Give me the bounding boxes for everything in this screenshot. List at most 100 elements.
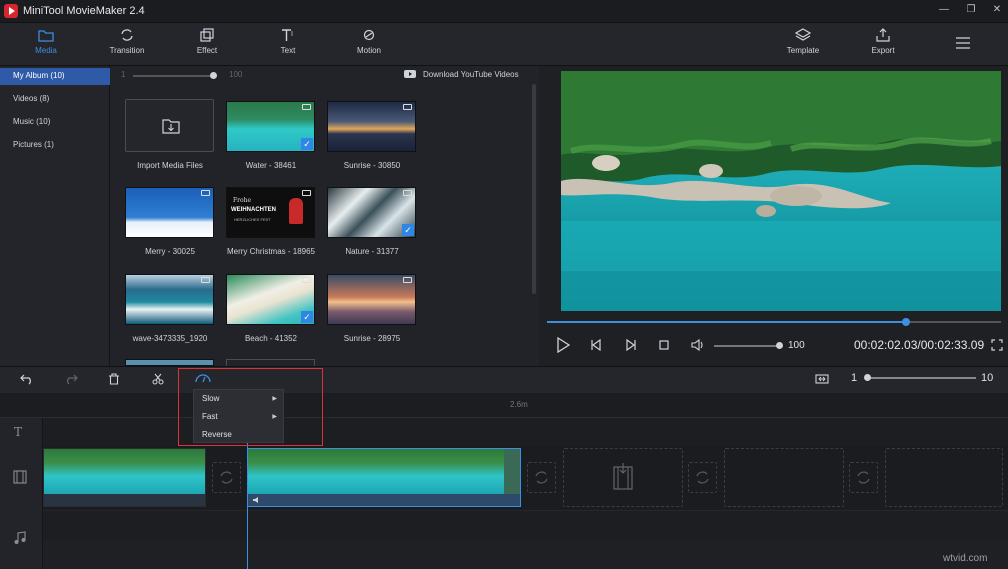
- sidebar-item-label: My Album: [13, 71, 49, 80]
- media-item-label: Sunrise - 30850: [343, 161, 401, 170]
- timeline-clip-1[interactable]: [43, 448, 206, 507]
- music-track-icon: [13, 531, 27, 547]
- export-button[interactable]: Export: [853, 28, 913, 55]
- seek-handle[interactable]: [902, 318, 910, 326]
- timeline-zoom-max: 10: [981, 372, 994, 384]
- timeline-ruler: [0, 393, 1008, 418]
- previous-frame-icon[interactable]: [589, 337, 605, 353]
- sidebar-item-pictures[interactable]: Pictures (1): [0, 137, 110, 154]
- media-item-merry[interactable]: [125, 187, 214, 238]
- youtube-icon: [404, 69, 417, 79]
- media-item-beach[interactable]: ✓: [226, 274, 315, 325]
- video-icon: [403, 190, 412, 196]
- speed-menu-item-reverse[interactable]: Reverse: [194, 426, 285, 444]
- volume-handle[interactable]: [776, 342, 783, 349]
- tab-transition-label: Transition: [109, 46, 145, 55]
- empty-video-slot[interactable]: [724, 448, 844, 507]
- speed-dropdown-menu: Slow ▶ Fast ▶ Reverse: [193, 389, 284, 443]
- import-media-label: Import Media Files: [137, 161, 203, 170]
- tab-transition[interactable]: Transition: [97, 28, 157, 55]
- thumb-zoom-min: 1: [121, 70, 126, 79]
- import-folder-icon: [162, 119, 180, 134]
- timeline-clip-2-selected[interactable]: [247, 448, 521, 507]
- media-item-water[interactable]: ✓: [226, 101, 315, 152]
- hamburger-menu-icon[interactable]: [955, 37, 971, 51]
- media-scrollbar[interactable]: [532, 84, 536, 294]
- tab-motion[interactable]: Motion: [339, 28, 399, 55]
- next-frame-icon[interactable]: [622, 337, 638, 353]
- media-item-label: Merry - 30025: [145, 247, 195, 256]
- thumb-zoom-handle[interactable]: [210, 72, 217, 79]
- submenu-arrow-icon: ▶: [272, 414, 277, 420]
- thumb-zoom-slider[interactable]: [133, 75, 213, 77]
- video-track-icon: [13, 470, 27, 486]
- stop-icon[interactable]: [656, 337, 672, 353]
- transition-slot[interactable]: [212, 462, 241, 493]
- volume-slider[interactable]: [714, 345, 780, 347]
- download-youtube-link[interactable]: Download YouTube Videos: [423, 70, 519, 79]
- music-track[interactable]: [43, 510, 1008, 540]
- media-item-wave[interactable]: [125, 274, 214, 325]
- app-title: MiniTool MovieMaker 2.4: [23, 5, 145, 17]
- media-item-label: Water - 38461: [245, 161, 297, 170]
- speed-menu-item-slow[interactable]: Slow ▶: [194, 390, 285, 408]
- tab-media-label: Media: [35, 46, 57, 55]
- media-item-nature[interactable]: ✓: [327, 187, 416, 238]
- menu-item-label: Fast: [202, 412, 218, 421]
- redo-icon[interactable]: [64, 373, 78, 387]
- media-item-partial[interactable]: [226, 359, 315, 366]
- speed-menu-item-fast[interactable]: Fast ▶: [194, 408, 285, 426]
- title-bar: [0, 0, 1008, 23]
- minimize-icon[interactable]: —: [935, 4, 953, 15]
- media-item-label: Merry Christmas - 18965: [226, 247, 316, 256]
- menu-item-label: Reverse: [202, 430, 232, 439]
- empty-video-slot[interactable]: [563, 448, 683, 507]
- fit-timeline-icon[interactable]: [815, 373, 829, 387]
- ruler-time-label: 2.6m: [510, 400, 528, 409]
- maximize-icon[interactable]: ❐: [962, 4, 980, 15]
- svg-text:I: I: [291, 31, 293, 38]
- sidebar-item-count: (10): [50, 71, 65, 80]
- clip-audio-icon[interactable]: [252, 495, 262, 506]
- sidebar-item-label: Music: [13, 117, 34, 126]
- text-track-icon: T: [14, 425, 23, 439]
- volume-icon[interactable]: [690, 337, 706, 353]
- text-icon: I: [282, 29, 293, 41]
- sidebar-item-my-album[interactable]: My Album (10): [0, 68, 110, 85]
- transition-slot[interactable]: [849, 462, 878, 493]
- sidebar-item-videos[interactable]: Videos (8): [0, 91, 110, 108]
- fullscreen-icon[interactable]: [991, 339, 1003, 353]
- play-icon[interactable]: [555, 336, 571, 354]
- media-item-partial[interactable]: [125, 359, 214, 366]
- timeline-zoom-slider[interactable]: [868, 377, 976, 379]
- preview-video-frame: [561, 71, 1001, 311]
- tab-text[interactable]: I Text: [258, 28, 318, 55]
- delete-icon[interactable]: [108, 373, 120, 387]
- transition-icon: [121, 29, 133, 41]
- undo-icon[interactable]: [20, 373, 34, 387]
- media-item-label: Beach - 41352: [244, 334, 298, 343]
- transition-slot[interactable]: [527, 462, 556, 493]
- checked-icon: ✓: [301, 138, 313, 150]
- tab-text-label: Text: [280, 46, 296, 55]
- sidebar-item-label: Pictures: [13, 140, 42, 149]
- sidebar-item-music[interactable]: Music (10): [0, 114, 110, 131]
- tab-media[interactable]: Media: [16, 28, 76, 55]
- timeline-zoom-min: 1: [851, 372, 858, 384]
- timecode: 00:02:02.03/00:02:33.09: [854, 338, 985, 352]
- media-item-sunrise-28975[interactable]: [327, 274, 416, 325]
- template-button[interactable]: Template: [773, 28, 833, 55]
- submenu-arrow-icon: ▶: [272, 396, 277, 402]
- timeline-zoom-handle[interactable]: [864, 374, 871, 381]
- split-scissors-icon[interactable]: [152, 373, 164, 387]
- tab-effect[interactable]: Effect: [177, 28, 237, 55]
- music-track-2[interactable]: [43, 540, 1008, 569]
- transition-slot[interactable]: [688, 462, 717, 493]
- import-media-button[interactable]: [125, 99, 214, 152]
- close-icon[interactable]: ✕: [988, 4, 1006, 15]
- media-item-merry-christmas[interactable]: Frohe WEIHNACHTEN HERZLICHES FEST: [226, 187, 315, 238]
- tab-motion-label: Motion: [356, 46, 381, 55]
- media-item-sunrise-30850[interactable]: [327, 101, 416, 152]
- empty-video-slot[interactable]: [885, 448, 1003, 507]
- app-logo-icon: [4, 4, 18, 18]
